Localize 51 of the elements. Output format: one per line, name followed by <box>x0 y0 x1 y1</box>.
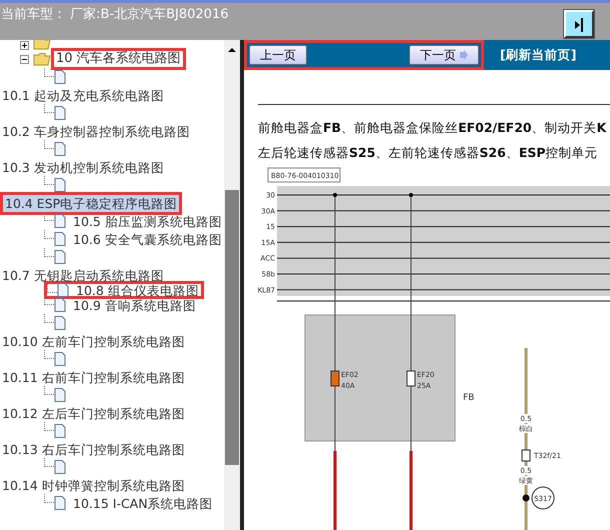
document-icon <box>54 388 66 402</box>
document-icon <box>54 178 66 192</box>
tree-item[interactable]: 10.5 胎压监测系统电路图 <box>71 212 224 230</box>
document-icon <box>54 460 66 474</box>
next-page-button[interactable]: 下一页 <box>409 45 479 65</box>
document-icon <box>54 214 66 228</box>
junction-dot <box>409 193 413 197</box>
document-icon <box>54 316 66 330</box>
tree-item[interactable]: 10.7 无钥匙启动系统电路图 <box>0 266 166 284</box>
document-icon <box>54 70 66 84</box>
document-icon <box>54 142 66 156</box>
document-icon <box>54 250 66 264</box>
tree-item[interactable]: 10.13 右后车门控制系统电路图 <box>0 440 187 458</box>
scrollbar-thumb[interactable] <box>225 190 239 465</box>
tree-item[interactable]: 10.8 组合仪表电路图 <box>74 282 201 298</box>
folder-label[interactable]: 10 汽车各系统电路图 <box>51 48 186 70</box>
document-icon <box>54 106 66 120</box>
connector-symbol <box>522 450 530 462</box>
toggle-panel-button[interactable] <box>564 10 594 38</box>
junction-dot <box>333 193 337 197</box>
document-icon <box>54 352 66 366</box>
document-icon <box>54 424 66 438</box>
document-icon <box>54 298 66 312</box>
collapse-icon[interactable] <box>20 54 29 64</box>
expand-icon[interactable] <box>20 41 29 50</box>
box-label: FB <box>463 393 474 403</box>
tree-item[interactable]: 10.12 左后车门控制系统电路图 <box>0 404 187 422</box>
tree-item[interactable]: 10.10 左前车门控制系统电路图 <box>0 332 187 350</box>
tree-item[interactable]: 10.6 安全气囊系统电路图 <box>71 230 224 248</box>
previous-page-button[interactable]: 上一页 <box>249 45 307 65</box>
description-text: 前舱电器盒FB、前舱电器盒保险丝EF02/EF20、制动开关K <box>258 119 606 137</box>
scrollbar[interactable] <box>224 40 240 530</box>
tree-item[interactable]: 10.4 ESP电子稳定程序电路图 <box>0 192 182 214</box>
description-text: 左后轮速传感器S25、左前轮速传感器S26、ESP控制单元 <box>258 144 598 162</box>
refresh-link[interactable]: [刷新当前页] <box>500 46 576 64</box>
tree-item[interactable]: 10.11 右前车门控制系统电路图 <box>0 368 187 386</box>
window-title: 当前车型： 厂家:B-北京汽车BJ802016 <box>0 6 228 24</box>
tree-item[interactable]: 10.3 发动机控制系统电路图 <box>0 158 166 176</box>
document-icon <box>54 496 66 510</box>
document-icon <box>57 283 69 297</box>
tree-item[interactable]: 10.1 起动及充电系统电路图 <box>0 86 166 104</box>
splice-dot <box>522 494 530 502</box>
tree-item[interactable]: 10.9 音响系统电路图 <box>71 296 198 314</box>
tree-item[interactable]: 10.2 车身控制器控制系统电路图 <box>0 122 192 140</box>
document-icon <box>54 232 66 246</box>
arrow-right-icon <box>572 16 586 33</box>
tree-item[interactable]: 10.15 I-CAN系统电路图 <box>71 494 215 512</box>
tree-item[interactable]: 10.14 时钟弹簧控制系统电路图 <box>0 476 187 494</box>
folder-icon <box>33 40 51 50</box>
arrow-right-icon <box>460 50 468 60</box>
folder-icon <box>33 52 51 66</box>
